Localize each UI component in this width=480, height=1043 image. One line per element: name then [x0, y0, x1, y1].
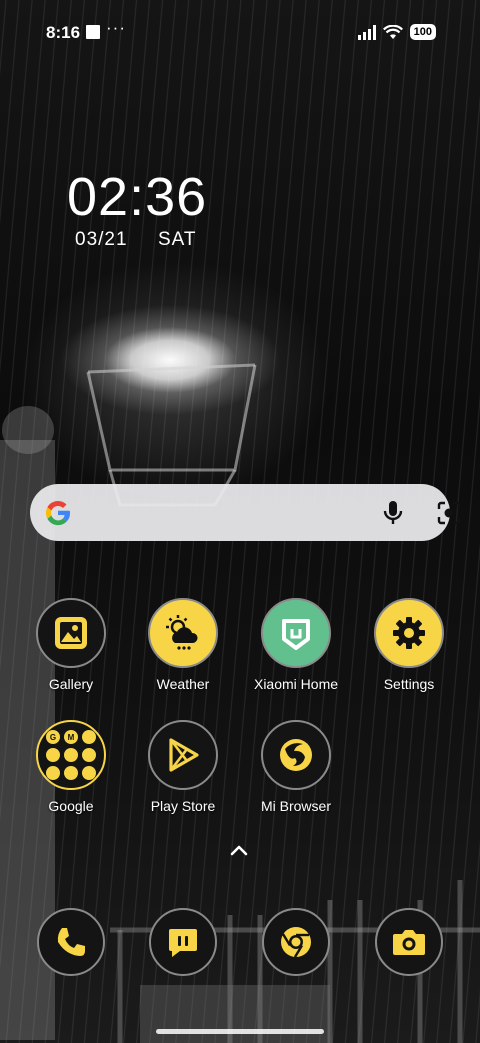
notification-square-icon — [86, 25, 100, 39]
status-bar: 8:16 ··· 100 — [0, 0, 480, 64]
google-logo-icon — [45, 500, 71, 526]
camera-icon — [375, 908, 443, 976]
folder-item-photos — [46, 766, 60, 780]
wifi-icon — [382, 24, 403, 39]
clock-time: 02:36 — [67, 167, 208, 227]
folder-item-files — [82, 766, 96, 780]
folder-item-google: G — [46, 730, 60, 744]
google-folder-icon: G M — [36, 720, 106, 790]
app-folder-google[interactable]: G M Google — [16, 720, 126, 814]
app-play-store[interactable]: Play Store — [128, 720, 238, 814]
settings-icon — [374, 598, 444, 668]
gallery-icon — [36, 598, 106, 668]
folder-preview-grid: G M — [46, 730, 96, 780]
folder-item-maps — [82, 730, 96, 744]
more-notifications-icon: ··· — [106, 18, 126, 37]
google-search-bar[interactable] — [30, 484, 461, 541]
clock-date: 03/21 — [75, 229, 128, 250]
folder-item-youtube — [46, 748, 60, 762]
weather-icon — [148, 598, 218, 668]
play-store-icon — [148, 720, 218, 790]
dock-phone[interactable] — [16, 908, 126, 976]
app-mi-browser[interactable]: Mi Browser — [241, 720, 351, 814]
app-gallery[interactable]: Gallery — [16, 598, 126, 692]
xiaomi-home-icon — [261, 598, 331, 668]
mic-icon[interactable] — [380, 499, 406, 527]
app-xiaomi-home[interactable]: Xiaomi Home — [241, 598, 351, 692]
messages-icon — [149, 908, 217, 976]
app-label: Mi Browser — [260, 798, 331, 814]
app-settings[interactable]: Settings — [354, 598, 464, 692]
phone-icon — [37, 908, 105, 976]
status-time: 8:16 — [46, 23, 81, 42]
chrome-icon — [262, 908, 330, 976]
app-label: Gallery — [48, 676, 94, 692]
folder-item-music — [82, 748, 96, 762]
dock-chrome[interactable] — [241, 908, 351, 976]
app-drawer-arrow-icon[interactable] — [229, 843, 249, 857]
dock-messages[interactable] — [128, 908, 238, 976]
lens-icon[interactable] — [435, 499, 463, 527]
battery-icon: 100 — [409, 24, 436, 40]
app-label: Weather — [156, 676, 210, 692]
signal-icon — [357, 24, 376, 40]
app-weather[interactable]: Weather — [128, 598, 238, 692]
status-indicators: 100 — [357, 24, 436, 40]
app-label: Play Store — [150, 798, 216, 814]
clock-day: SAT — [158, 229, 197, 250]
folder-item-duo — [64, 766, 78, 780]
folder-item-gmail: M — [64, 730, 78, 744]
home-indicator[interactable] — [156, 1029, 324, 1034]
mi-browser-icon — [261, 720, 331, 790]
app-label: Settings — [383, 676, 435, 692]
dock-camera[interactable] — [354, 908, 464, 976]
app-label: Xiaomi Home — [253, 676, 339, 692]
app-label: Google — [48, 798, 94, 814]
folder-item-drive — [64, 748, 78, 762]
